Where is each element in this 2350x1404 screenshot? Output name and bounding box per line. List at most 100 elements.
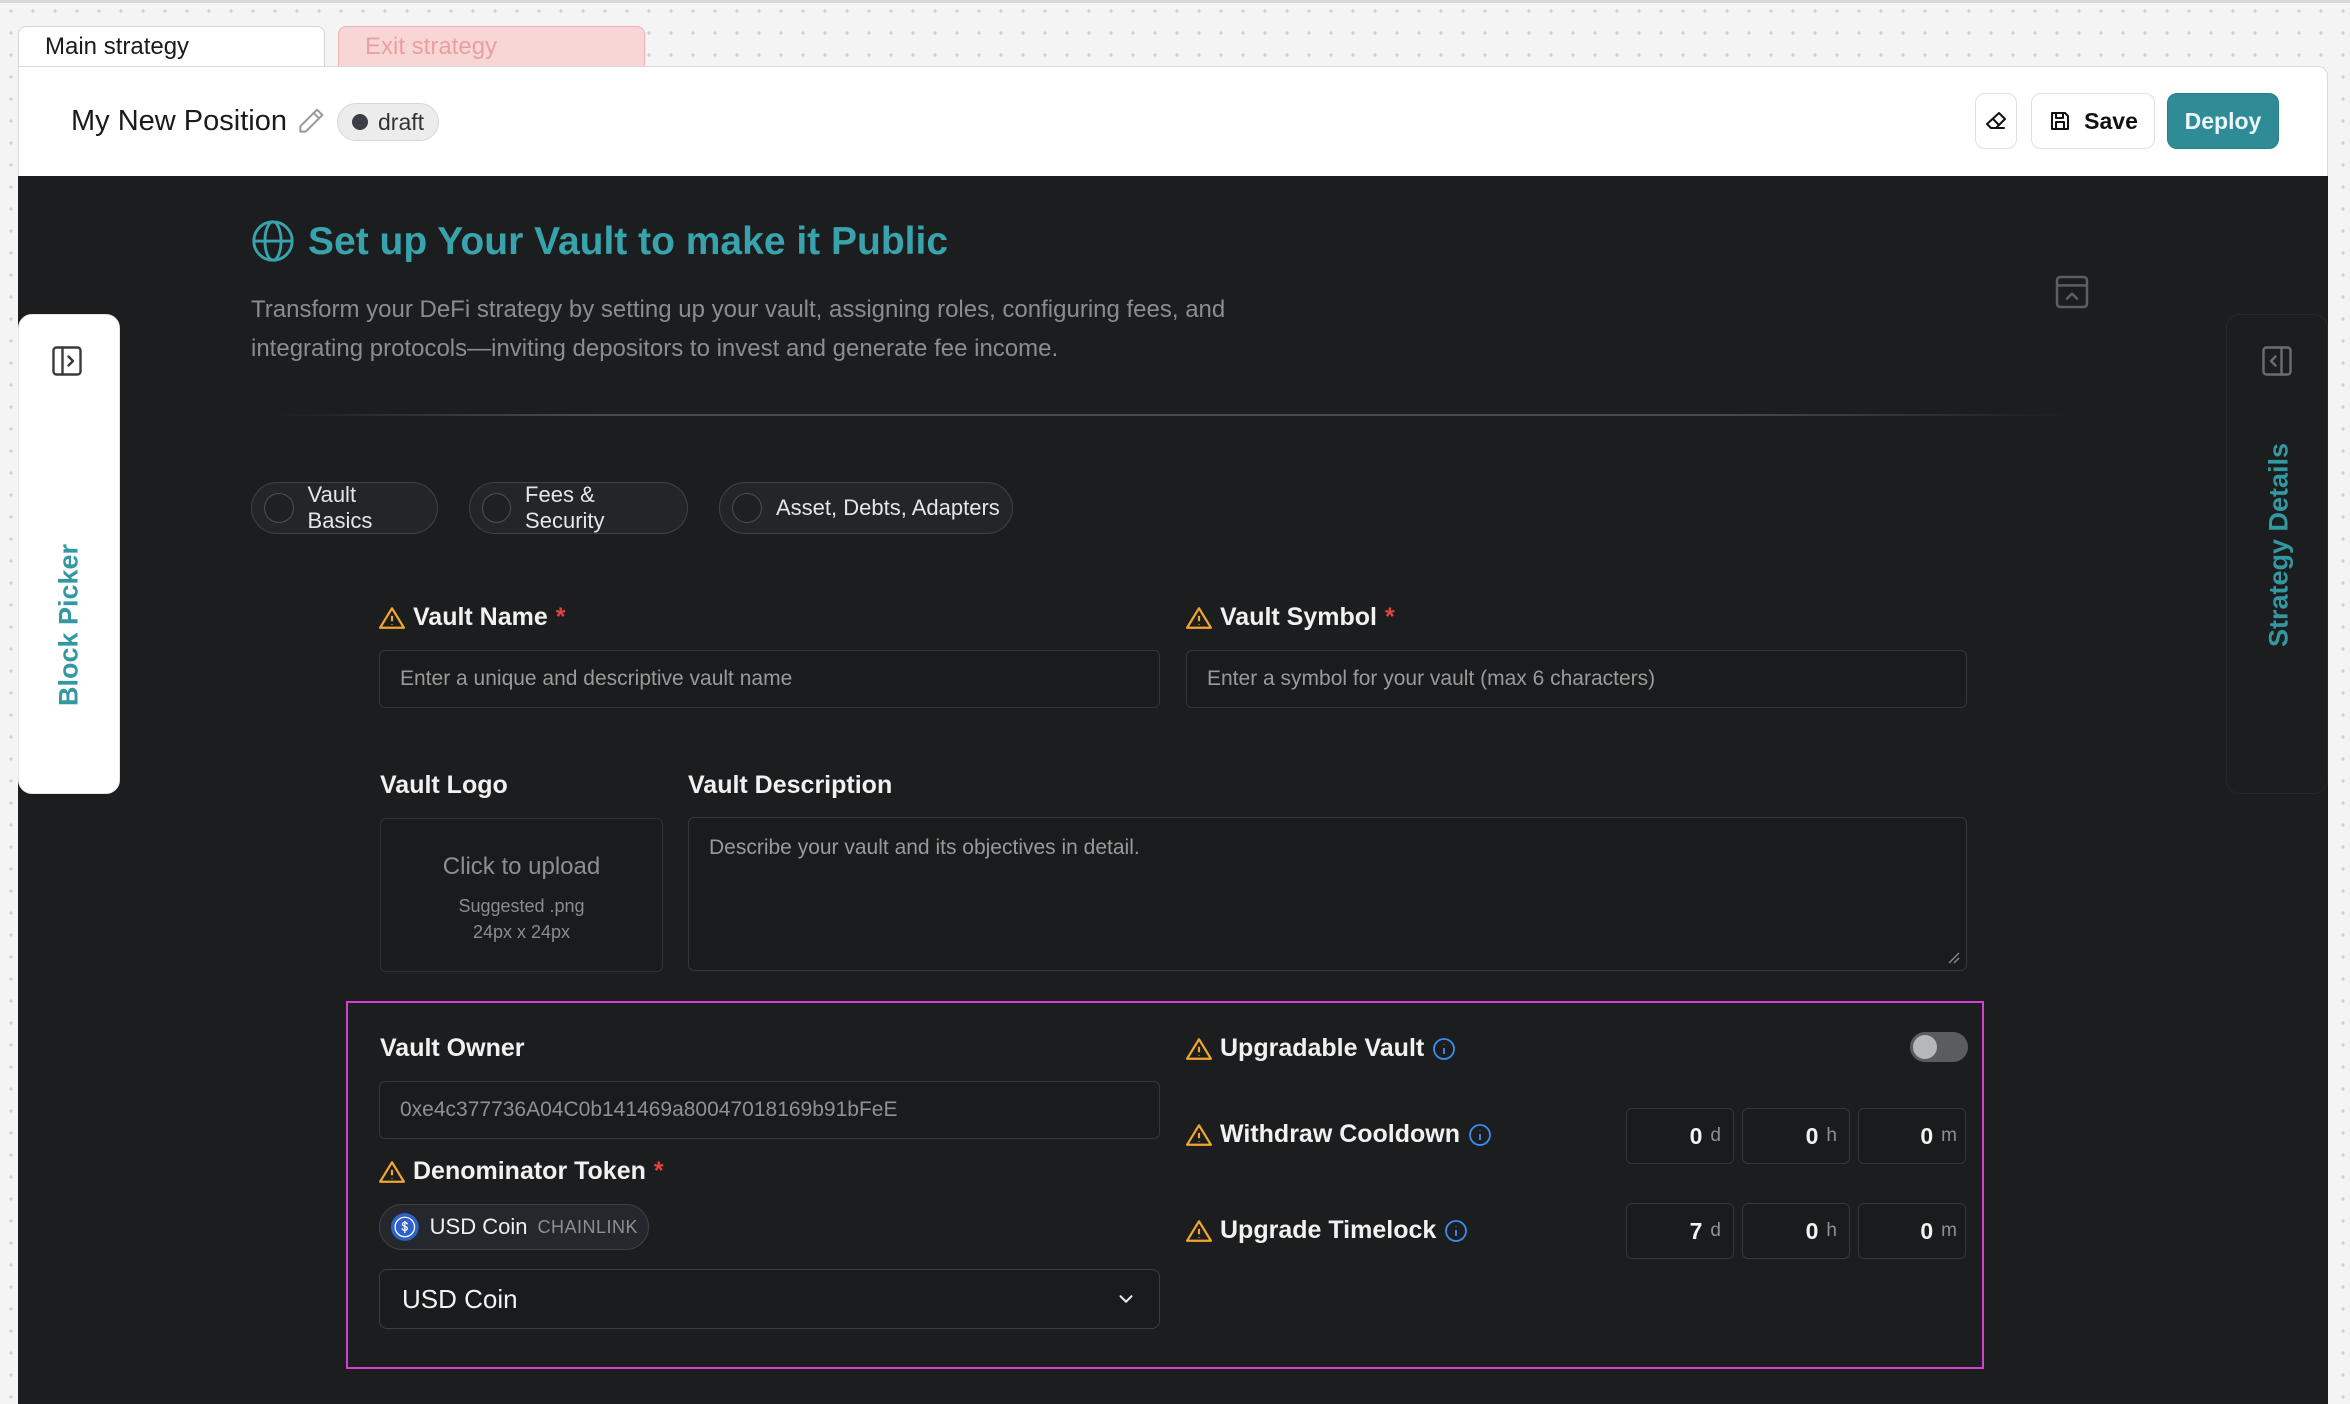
time-value: 0 [1920,1217,1934,1244]
required-mark: * [653,1157,664,1185]
upload-hint-line: Suggested .png [458,896,585,916]
globe-icon [252,220,294,262]
required-mark: * [555,603,566,631]
collapse-section-icon[interactable] [2052,272,2092,312]
required-mark: * [1384,603,1395,631]
vault-description-label: Vault Description [688,771,893,799]
withdraw-cooldown-label: Withdraw Cooldown [1186,1120,1492,1149]
select-value: USD Coin [402,1283,518,1314]
upgrade-timelock-hours[interactable]: 0h [1742,1203,1850,1259]
save-icon [2051,112,2070,130]
vault-symbol-input[interactable]: Enter a symbol for your vault (max 6 cha… [1186,650,1967,708]
time-value: 0 [1920,1122,1934,1149]
withdraw-cooldown-minutes[interactable]: 0m [1858,1108,1966,1164]
warning-icon [1186,1123,1212,1146]
page-description: Transform your DeFi strategy by setting … [251,290,1331,368]
vault-symbol-label: Vault Symbol * [1186,603,1395,632]
label-text: Denominator Token [413,1157,646,1185]
warning-icon [1186,1219,1212,1242]
upgradable-vault-toggle[interactable] [1910,1032,1968,1062]
tab-main-strategy[interactable]: Main strategy [18,26,325,66]
pencil-icon[interactable] [295,105,327,137]
label-text: Vault Name [413,603,548,631]
vault-owner-input[interactable]: 0xe4c377736A04C0b141469a80047018169b91bF… [379,1081,1160,1139]
step-status-icon [482,493,512,523]
step-status-icon [264,493,294,523]
upload-hint: Suggested .png 24px x 24px [381,893,662,945]
step-status-icon [732,493,762,523]
vault-logo-label: Vault Logo [380,771,508,799]
time-value: 7 [1689,1217,1703,1244]
divider [272,414,2070,416]
expand-panel-icon[interactable] [49,343,85,379]
top-border [0,0,2350,3]
resize-handle-icon[interactable] [1946,950,1960,964]
save-label: Save [2084,107,2138,134]
description-line: Transform your DeFi strategy by setting … [251,296,1226,323]
eraser-icon [1986,112,2006,129]
warning-icon [379,1160,405,1183]
denominator-token-label: Denominator Token * [379,1157,664,1186]
info-icon[interactable] [1468,1123,1492,1147]
step-assets-debts-adapters[interactable]: Asset, Debts, Adapters [719,482,1013,534]
upgrade-timelock-minutes[interactable]: 0m [1858,1203,1966,1259]
time-value: 0 [1805,1217,1819,1244]
upload-hint-line: 24px x 24px [472,922,571,942]
step-label: Asset, Debts, Adapters [776,495,1000,520]
warning-icon [1186,606,1212,629]
warning-icon [1186,1037,1212,1060]
step-label: Fees & Security [525,482,605,533]
time-unit: m [1941,1220,1957,1241]
step-label: Vault Basics [307,482,373,533]
label-text: Vault Symbol [1220,603,1377,631]
label-text: Withdraw Cooldown [1220,1120,1461,1148]
warning-icon [379,606,405,629]
denominator-token-select[interactable]: USD Coin [379,1269,1160,1329]
vault-description-textarea[interactable]: Describe your vault and its objectives i… [688,817,1967,971]
time-unit: h [1826,1125,1837,1146]
usdc-token-icon [390,1213,419,1241]
upload-text: Click to upload [442,853,601,880]
time-value: 0 [1805,1122,1819,1149]
status-dot [352,114,368,130]
description-line: integrating protocols—inviting depositor… [251,335,1059,362]
deploy-button[interactable]: Deploy [2167,93,2279,149]
time-unit: h [1826,1220,1837,1241]
withdraw-cooldown-days[interactable]: 0d [1626,1108,1734,1164]
step-fees-security[interactable]: Fees & Security [469,482,688,534]
block-picker-panel[interactable]: Block Picker [18,314,120,794]
withdraw-cooldown-hours[interactable]: 0h [1742,1108,1850,1164]
label-text: Upgradable Vault [1220,1034,1425,1062]
token-chip[interactable]: USD Coin CHAINLINK [379,1204,649,1250]
logo-upload[interactable]: Click to upload Suggested .png 24px x 24… [380,818,663,972]
block-picker-label: Block Picker [53,543,84,707]
info-icon[interactable] [1444,1219,1468,1243]
time-unit: m [1941,1125,1957,1146]
vault-owner-label: Vault Owner [380,1034,525,1062]
save-button[interactable]: Save [2031,93,2155,149]
time-unit: d [1710,1125,1721,1146]
info-icon[interactable] [1432,1037,1456,1061]
token-source: CHAINLINK [537,1216,638,1237]
tab-exit-strategy[interactable]: Exit strategy [338,26,645,66]
upgrade-timelock-days[interactable]: 7d [1626,1203,1734,1259]
status-badge: draft [337,103,440,141]
upgrade-timelock-label: Upgrade Timelock [1186,1216,1468,1245]
position-header: My New Position draft Save Deploy [18,66,2328,176]
page-title: Set up Your Vault to make it Public [308,220,949,263]
toggle-knob [1913,1035,1937,1059]
strategy-details-label: Strategy Details [2263,442,2294,648]
clear-button[interactable] [1975,93,2017,149]
vault-name-label: Vault Name * [379,603,566,632]
collapse-panel-icon[interactable] [2259,343,2295,379]
time-value: 0 [1689,1122,1703,1149]
step-vault-basics[interactable]: Vault Basics [251,482,438,534]
strategy-details-panel[interactable]: Strategy Details [2226,314,2328,794]
upgradable-vault-label: Upgradable Vault [1186,1034,1456,1063]
label-text: Upgrade Timelock [1220,1216,1437,1244]
token-name: USD Coin [429,1214,528,1239]
vault-name-input[interactable]: Enter a unique and descriptive vault nam… [379,650,1160,708]
textarea-placeholder: Describe your vault and its objectives i… [709,836,1140,859]
chevron-down-icon [1119,1295,1133,1303]
status-label: draft [378,108,425,135]
